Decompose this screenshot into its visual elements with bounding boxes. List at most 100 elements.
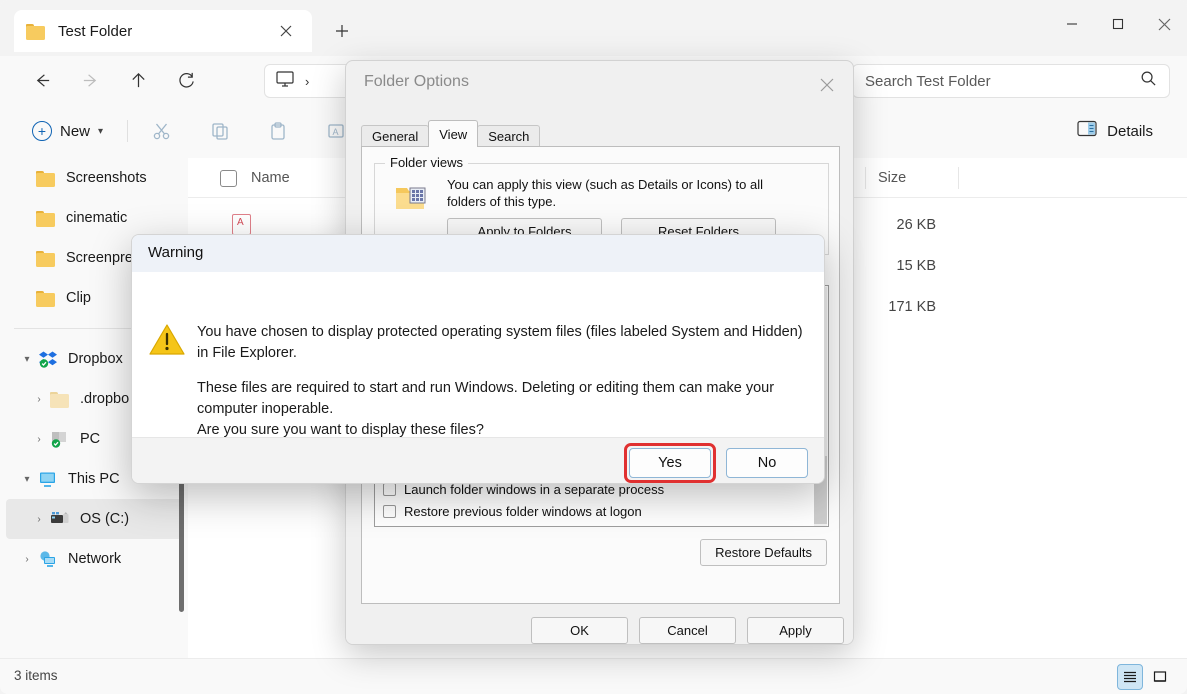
tab-view[interactable]: View <box>428 120 479 147</box>
details-label: Details <box>1107 122 1153 140</box>
monitor-icon <box>38 470 58 488</box>
minimize-button[interactable] <box>1049 0 1095 48</box>
new-tab-icon[interactable] <box>328 17 356 45</box>
tiles-view-icon[interactable] <box>1147 664 1173 690</box>
plus-circle-icon: + <box>32 121 52 141</box>
warning-title-bar: Warning <box>132 235 824 272</box>
new-button[interactable]: + New ▾ <box>22 114 113 148</box>
sidebar-item-label: PC <box>80 431 101 447</box>
sidebar-item-cinematic[interactable]: cinematic <box>6 198 182 238</box>
tab-search[interactable]: Search <box>477 125 541 147</box>
list-item[interactable]: Restore previous folder windows at logon <box>375 500 815 522</box>
window-controls <box>1049 0 1187 48</box>
ok-button[interactable]: OK <box>531 617 628 644</box>
file-size-cell: 171 KB <box>888 298 936 315</box>
status-bar: 3 items <box>0 658 1187 694</box>
folder-icon <box>50 391 70 408</box>
divider <box>865 167 866 189</box>
close-button[interactable] <box>1141 0 1187 48</box>
chevron-down-icon[interactable]: ▾ <box>98 126 103 137</box>
search-input[interactable]: Search Test Folder <box>865 73 1140 90</box>
sidebar-item-os-c[interactable]: › OS (C:) <box>6 499 182 539</box>
apply-button[interactable]: Apply <box>747 617 844 644</box>
folder-icon <box>36 210 56 227</box>
chevron-right-icon[interactable]: › <box>28 514 50 525</box>
file-size-cell: 26 KB <box>896 216 937 233</box>
monitor-icon <box>275 70 295 93</box>
copy-icon[interactable] <box>200 114 240 148</box>
warning-title: Warning <box>148 244 204 261</box>
divider <box>958 167 959 189</box>
search-box[interactable]: Search Test Folder <box>852 64 1170 98</box>
sidebar-item-label: OS (C:) <box>80 511 130 527</box>
restore-defaults-button[interactable]: Restore Defaults <box>700 539 827 566</box>
checkbox-icon[interactable] <box>383 504 396 518</box>
chevron-down-icon[interactable]: ▾ <box>16 354 38 365</box>
svg-text:A: A <box>333 127 339 137</box>
folder-icon <box>36 290 56 307</box>
folder-options-title: Folder Options <box>364 73 469 90</box>
title-bar: Test Folder <box>0 0 1187 56</box>
checkbox-checked-icon[interactable] <box>386 526 395 527</box>
folder-icon <box>36 170 56 187</box>
folder-views-legend: Folder views <box>385 155 468 170</box>
pc-sync-icon <box>50 430 70 448</box>
maximize-button[interactable] <box>1095 0 1141 48</box>
sidebar-item-label: Screenpre <box>66 250 133 266</box>
layout-details-icon <box>1077 120 1097 142</box>
checkbox-icon[interactable] <box>383 482 396 496</box>
warning-paragraph-1: You have chosen to display protected ope… <box>197 324 803 361</box>
details-view-button[interactable]: Details <box>1067 114 1163 148</box>
cancel-button[interactable]: Cancel <box>639 617 736 644</box>
file-size-cell: 15 KB <box>896 257 937 274</box>
sidebar-item-screenshots[interactable]: Screenshots <box>6 158 182 198</box>
tab-general[interactable]: General <box>361 125 430 147</box>
sidebar-item-label: Clip <box>66 290 91 306</box>
list-view-icon[interactable] <box>1117 664 1143 690</box>
warning-footer: Yes No <box>132 437 824 483</box>
sidebar-item-label: Screenshots <box>66 170 147 186</box>
file-name-cell <box>232 214 263 235</box>
tab-title: Test Folder <box>58 22 133 40</box>
sidebar-item-label: Dropbox <box>68 351 123 367</box>
forward-button[interactable] <box>70 63 110 97</box>
up-button[interactable] <box>118 63 158 97</box>
column-header-size[interactable]: Size <box>878 158 906 198</box>
chevron-right-icon[interactable]: › <box>28 434 50 445</box>
folder-icon <box>36 250 56 267</box>
search-icon[interactable] <box>1140 70 1157 92</box>
warning-message: You have chosen to display protected ope… <box>197 322 807 441</box>
paste-icon[interactable] <box>258 114 298 148</box>
view-toggles <box>1117 664 1173 690</box>
tab-close-icon[interactable] <box>272 17 300 45</box>
sidebar-item-label: Network <box>68 551 122 567</box>
sidebar-item-label: This PC <box>68 471 120 487</box>
chevron-right-icon[interactable]: › <box>28 394 50 405</box>
sidebar-item-network[interactable]: › Network <box>6 539 182 579</box>
column-header-name[interactable]: Name <box>220 158 290 198</box>
tab-test-folder[interactable]: Test Folder <box>14 10 312 52</box>
close-icon[interactable] <box>813 71 841 99</box>
no-button[interactable]: No <box>726 448 808 478</box>
item-count-label: 3 items <box>14 668 58 683</box>
sidebar-item-label: .dropbo <box>80 391 130 407</box>
warning-triangle-icon <box>149 323 185 356</box>
select-all-checkbox[interactable] <box>220 169 237 187</box>
folder-views-description: You can apply this view (such as Details… <box>447 177 764 209</box>
new-button-label: New <box>60 122 91 140</box>
folder-icon <box>26 23 46 40</box>
chevron-right-icon[interactable]: › <box>16 554 38 565</box>
refresh-button[interactable] <box>166 63 206 97</box>
breadcrumb-chevron-icon[interactable]: › <box>305 74 309 89</box>
yes-button-highlight <box>624 443 716 483</box>
warning-dialog: Warning You have chosen to display prote… <box>131 234 825 484</box>
drive-icon <box>50 510 70 528</box>
sidebar-item-label: cinematic <box>66 210 128 226</box>
list-item[interactable]: Show drive letters <box>375 522 815 527</box>
cut-icon[interactable] <box>142 114 182 148</box>
pdf-icon <box>232 214 251 235</box>
warning-body: You have chosen to display protected ope… <box>132 272 824 438</box>
chevron-down-icon[interactable]: ▾ <box>16 474 38 485</box>
warning-paragraph-2: These files are required to start and ru… <box>197 380 775 438</box>
back-button[interactable] <box>22 63 62 97</box>
